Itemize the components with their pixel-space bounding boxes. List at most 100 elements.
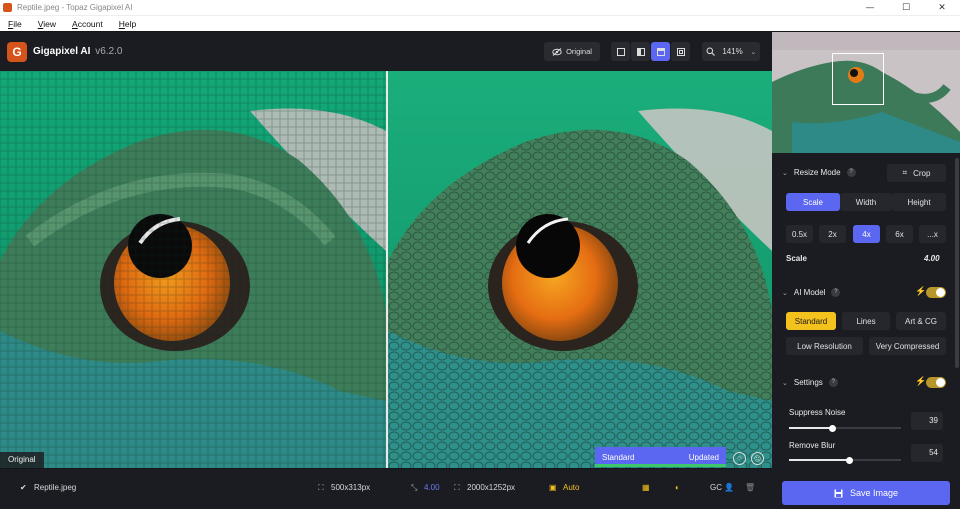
sidebar-scrollbar[interactable] bbox=[955, 158, 959, 368]
crop-label: Crop bbox=[913, 168, 931, 178]
output-scale: 4.00 bbox=[424, 483, 440, 492]
minimize-button[interactable]: — bbox=[852, 3, 888, 13]
remove-blur-fill bbox=[789, 459, 850, 461]
help-icon[interactable]: ? bbox=[828, 378, 838, 387]
original-label: Original bbox=[0, 452, 44, 468]
scale-2x-button[interactable]: 2x bbox=[819, 225, 846, 243]
ai-model-header[interactable]: ⌄ AI Model ? bbox=[782, 288, 841, 297]
split-view-icon bbox=[636, 47, 645, 56]
resize-mode-header[interactable]: ⌄ Resize Mode ? bbox=[782, 168, 856, 177]
ai-model-toggle[interactable] bbox=[926, 287, 946, 298]
save-image-button[interactable]: Save Image bbox=[782, 481, 950, 505]
neutral-feedback-icon[interactable]: ☹ bbox=[751, 452, 764, 465]
original-preview[interactable]: Original bbox=[0, 71, 386, 468]
title-bar: Reptile.jpeg - Topaz Gigapixel AI — ☐ ✕ bbox=[0, 0, 960, 15]
close-button[interactable]: ✕ bbox=[924, 3, 960, 13]
tab-scale[interactable]: Scale bbox=[786, 193, 840, 211]
output-size-icon: ⛶ bbox=[454, 483, 460, 492]
trash-icon[interactable]: 🗑 bbox=[745, 483, 755, 492]
smile-feedback-icon[interactable]: ☺ bbox=[733, 452, 746, 465]
zoom-control[interactable]: 141% ⌄ bbox=[702, 42, 760, 61]
suppress-noise-label: Suppress Noise bbox=[789, 408, 846, 417]
show-original-button[interactable]: Original bbox=[544, 42, 600, 61]
remove-blur-value[interactable]: 54 bbox=[911, 444, 943, 462]
model-status-text: Updated bbox=[688, 452, 719, 462]
maximize-button[interactable]: ☐ bbox=[888, 3, 924, 13]
tab-width[interactable]: Width bbox=[840, 193, 892, 211]
chevron-down-icon: ⌄ bbox=[782, 378, 788, 387]
remove-blur-label: Remove Blur bbox=[789, 441, 836, 450]
app-name: Gigapixel AI v6.2.0 bbox=[33, 46, 122, 57]
file-name: Reptile.jpeg bbox=[34, 483, 77, 492]
suppress-noise-slider[interactable] bbox=[789, 424, 901, 432]
output-size: 2000x1252px bbox=[467, 483, 516, 492]
quad-view-button[interactable] bbox=[671, 42, 690, 61]
quad-view-icon bbox=[676, 47, 685, 56]
menu-bar: File View Account Help bbox=[0, 15, 960, 31]
navigator-viewport[interactable] bbox=[832, 53, 884, 105]
menu-file[interactable]: File bbox=[8, 19, 22, 29]
checkmark-icon[interactable]: ✔ bbox=[20, 483, 27, 492]
top-toolbar: G Gigapixel AI v6.2.0 Original 141% ⌄ bbox=[0, 32, 772, 71]
menu-help[interactable]: Help bbox=[119, 19, 136, 29]
gc-label[interactable]: GC bbox=[710, 483, 722, 492]
menu-account[interactable]: Account bbox=[72, 19, 103, 29]
model-very-compressed[interactable]: Very Compressed bbox=[869, 337, 946, 355]
tab-height[interactable]: Height bbox=[892, 193, 946, 211]
input-size: 500x313px bbox=[331, 483, 371, 492]
model-status-name: Standard bbox=[602, 452, 635, 462]
remove-blur-slider[interactable] bbox=[789, 456, 901, 464]
lightning-icon: ⚡ bbox=[915, 376, 927, 386]
help-icon[interactable]: ? bbox=[831, 288, 841, 297]
zoom-icon bbox=[706, 47, 715, 56]
face-refinement-icon[interactable]: ▦ bbox=[642, 483, 650, 492]
enhanced-reptile-image bbox=[388, 71, 772, 468]
model-low-resolution[interactable]: Low Resolution bbox=[786, 337, 863, 355]
gigapixel-logo: G bbox=[7, 41, 27, 62]
scale-custom-button[interactable]: ...x bbox=[919, 225, 946, 243]
settings-toggle[interactable] bbox=[926, 377, 946, 388]
single-view-icon bbox=[616, 47, 625, 56]
chevron-down-icon: ⌄ bbox=[782, 288, 788, 297]
scale-6x-button[interactable]: 6x bbox=[886, 225, 913, 243]
scale-0-5x-button[interactable]: 0.5x bbox=[786, 225, 813, 243]
crop-button[interactable]: ⌗ Crop bbox=[887, 164, 946, 182]
app-name-text: Gigapixel AI bbox=[33, 46, 91, 57]
side-by-side-view-button[interactable] bbox=[651, 42, 670, 61]
suppress-noise-value[interactable]: 39 bbox=[911, 412, 943, 430]
original-reptile-image bbox=[0, 71, 386, 468]
eye-off-icon bbox=[552, 47, 562, 56]
scale-icon: ⤡ bbox=[411, 483, 418, 492]
remove-blur-knob[interactable] bbox=[845, 456, 853, 464]
settings-header[interactable]: ⌄ Settings ? bbox=[782, 378, 838, 387]
enhanced-preview[interactable] bbox=[388, 71, 772, 468]
model-lines[interactable]: Lines bbox=[842, 312, 890, 330]
help-icon[interactable]: ? bbox=[846, 168, 856, 177]
side-by-side-icon bbox=[656, 47, 665, 56]
split-view-button[interactable] bbox=[631, 42, 650, 61]
compare-icon[interactable]: ◐ bbox=[675, 483, 680, 492]
person-icon[interactable]: 👤 bbox=[724, 483, 734, 492]
ai-model-title: AI Model bbox=[793, 288, 826, 297]
scale-4x-button[interactable]: 4x bbox=[853, 225, 880, 243]
navigator-thumbnail[interactable] bbox=[772, 32, 960, 153]
lightning-icon: ⚡ bbox=[915, 286, 927, 296]
model-art-cg[interactable]: Art & CG bbox=[896, 312, 946, 330]
model-status-bar: Standard Updated bbox=[595, 447, 726, 467]
show-original-label: Original bbox=[566, 47, 592, 56]
save-icon bbox=[834, 489, 843, 497]
model-standard[interactable]: Standard bbox=[786, 312, 836, 330]
suppress-noise-knob[interactable] bbox=[829, 424, 837, 432]
auto-label[interactable]: Auto bbox=[563, 483, 579, 492]
window-title: Reptile.jpeg - Topaz Gigapixel AI bbox=[17, 3, 133, 12]
input-size-icon: ⛶ bbox=[318, 483, 324, 492]
scale-value: 4.00 bbox=[924, 254, 940, 263]
settings-title: Settings bbox=[793, 378, 823, 387]
app-icon bbox=[3, 3, 12, 12]
chevron-down-icon: ⌄ bbox=[750, 47, 757, 56]
single-view-button[interactable] bbox=[611, 42, 630, 61]
menu-view[interactable]: View bbox=[38, 19, 56, 29]
scale-label: Scale bbox=[786, 254, 807, 263]
settings-sidebar: ⌄ Resize Mode ? ⌗ Crop Scale Width Heigh… bbox=[772, 32, 960, 509]
resize-mode-title: Resize Mode bbox=[793, 168, 841, 177]
